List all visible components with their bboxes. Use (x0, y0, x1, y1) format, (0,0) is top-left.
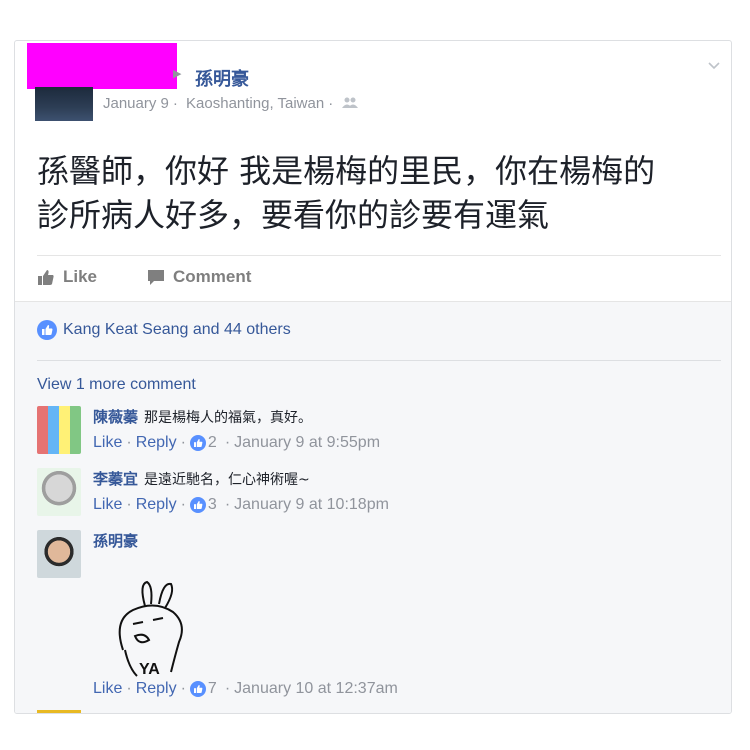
like-reaction-icon (189, 681, 206, 697)
comment-reply-link[interactable]: Reply (136, 496, 177, 514)
comment-text: 是遠近馳名，仁心神術喔~ (144, 472, 310, 488)
comment-label: Comment (173, 267, 252, 286)
friends-icon[interactable] (341, 97, 359, 109)
commenter-avatar[interactable] (37, 406, 81, 454)
poster-avatar[interactable] (35, 87, 93, 121)
commenter-avatar[interactable] (37, 468, 81, 516)
post-text-line: 診所病人好多，要看你的診要有運氣 (37, 196, 550, 234)
divider (37, 360, 721, 361)
comment-button[interactable]: Comment (147, 267, 251, 287)
post-text-line: 孫醫師，你好 我是楊梅的里民，你在楊梅的 (37, 152, 656, 190)
reaction-count[interactable]: 7 (189, 680, 217, 698)
reaction-count-value: 2 (207, 434, 217, 451)
comment-like-link[interactable]: Like (93, 496, 122, 514)
like-label: Like (63, 267, 98, 286)
comment-author[interactable]: 孫明豪 (93, 530, 138, 551)
comment-like-link[interactable]: Like (93, 434, 122, 452)
comment-author[interactable]: 李蓁宜 是遠近馳名，仁心神術喔~ (93, 468, 310, 489)
comment-actions: Like · Reply · 7 · January 10 at 12:37am (93, 680, 398, 698)
next-comment-avatar-edge (37, 710, 81, 713)
reaction-count-value: 7 (207, 680, 217, 697)
comment-author-name[interactable]: 孫明豪 (93, 533, 138, 550)
comment-reply-link[interactable]: Reply (136, 680, 177, 698)
post-location[interactable]: Kaoshanting, Taiwan (186, 95, 324, 112)
divider (37, 255, 721, 256)
comment-icon (148, 270, 164, 285)
like-button[interactable]: Like (37, 267, 97, 287)
comment-timestamp[interactable]: January 9 at 9:55pm (234, 434, 380, 452)
chevron-down-icon[interactable] (707, 59, 721, 73)
post-header: ▶ 孫明豪 January 9 · Kaoshanting, Taiwan · (15, 41, 731, 141)
view-more-comments[interactable]: View 1 more comment (37, 376, 196, 394)
reaction-count[interactable]: 3 (189, 496, 217, 514)
redacted-block (27, 43, 177, 89)
post-card: ▶ 孫明豪 January 9 · Kaoshanting, Taiwan · 孫醫… (14, 40, 732, 714)
comment-timestamp[interactable]: January 10 at 12:37am (234, 680, 398, 698)
reaction-count[interactable]: 2 (189, 434, 217, 452)
post-body: 孫醫師，你好 我是楊梅的里民，你在楊梅的 診所病人好多，要看你的診要有運氣 (37, 149, 717, 237)
sticker-image[interactable]: YA (109, 580, 195, 680)
reaction-count-value: 3 (207, 496, 217, 513)
comment-actions: Like · Reply · 2 · January 9 at 9:55pm (93, 434, 381, 452)
comment-reply-link[interactable]: Reply (136, 434, 177, 452)
comment-item: 陳薇蓁 那是楊梅人的福氣，真好。 Like · Reply · 2 · Janua… (37, 406, 727, 462)
comment-text: 那是楊梅人的福氣，真好。 (144, 410, 313, 426)
sticker-text: YA (139, 661, 160, 678)
likes-summary-text: Kang Keat Seang and 44 others (63, 321, 291, 338)
comment-item: 李蓁宜 是遠近馳名，仁心神術喔~ Like · Reply · 3 · Janua… (37, 468, 727, 524)
like-reaction-icon (189, 497, 206, 513)
comment-item: 孫明豪 YA Like · Reply · 7 · January 10 at … (37, 530, 727, 710)
post-author[interactable]: 孫明豪 (195, 65, 249, 91)
comment-author[interactable]: 陳薇蓁 那是楊梅人的福氣，真好。 (93, 406, 312, 427)
comment-like-link[interactable]: Like (93, 680, 122, 698)
thumbs-up-icon (38, 270, 54, 285)
comments-section: Kang Keat Seang and 44 others View 1 mor… (15, 301, 731, 713)
comment-author-name[interactable]: 李蓁宜 (93, 471, 138, 488)
comment-actions: Like · Reply · 3 · January 9 at 10:18pm (93, 496, 389, 514)
comment-author-name[interactable]: 陳薇蓁 (93, 409, 138, 426)
like-reaction-icon (189, 435, 206, 451)
commenter-avatar[interactable] (37, 530, 81, 578)
likes-summary[interactable]: Kang Keat Seang and 44 others (37, 320, 291, 340)
share-arrow-icon: ▶ (173, 68, 182, 80)
comment-timestamp[interactable]: January 9 at 10:18pm (234, 496, 389, 514)
post-date[interactable]: January 9 (103, 95, 169, 112)
like-count-icon (37, 320, 57, 340)
post-meta: January 9 · Kaoshanting, Taiwan · (103, 95, 359, 112)
